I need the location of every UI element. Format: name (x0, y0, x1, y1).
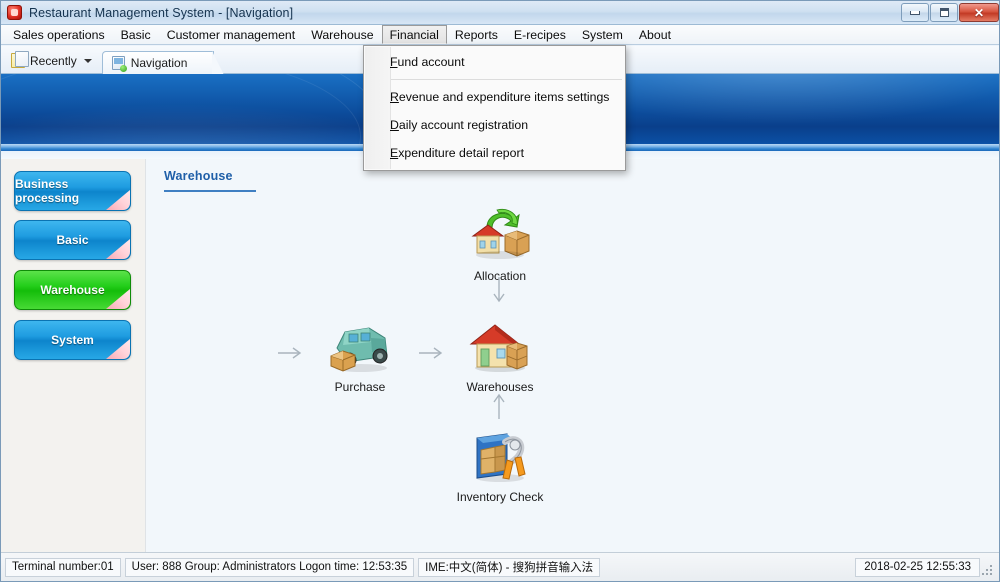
menu-e-recipes[interactable]: E-recipes (506, 25, 574, 44)
status-ime: IME:中文(简体) - 搜狗拼音输入法 (418, 557, 601, 577)
boxes-tools-icon (440, 424, 560, 486)
documents-icon (11, 51, 29, 68)
node-allocation[interactable]: Allocation (440, 203, 560, 283)
menu-item-label: xpenditure detail report (398, 146, 524, 160)
status-user: User: 888 Group: Administrators Logon ti… (124, 557, 415, 577)
maximize-icon (939, 8, 949, 17)
minimize-icon (910, 10, 920, 15)
financial-dropdown-menu: Fund account Revenue and expenditure ite… (363, 45, 626, 171)
app-logo-icon (7, 5, 22, 20)
menu-item-label: und account (397, 55, 465, 69)
page-curl-icon (106, 339, 130, 359)
status-bar: Terminal number:01 User: 888 Group: Admi… (1, 552, 999, 581)
menu-item-expenditure-detail-report[interactable]: Expenditure detail report (364, 139, 625, 167)
node-purchase[interactable]: Purchase (300, 314, 420, 394)
menu-reports[interactable]: Reports (447, 25, 506, 44)
sidebar-item-business-processing[interactable]: Business processing (14, 171, 131, 211)
menu-sales-operations[interactable]: Sales operations (5, 25, 113, 44)
resize-grip-icon[interactable] (982, 565, 995, 578)
status-terminal: Terminal number:01 (5, 557, 121, 577)
menu-item-fund-account[interactable]: Fund account (364, 48, 625, 76)
main-body: Business processing Basic Warehouse Syst… (1, 159, 999, 554)
arrow-allocation-to-warehouses (492, 276, 506, 304)
menu-bar: Sales operations Basic Customer manageme… (1, 25, 999, 45)
menu-warehouse[interactable]: Warehouse (303, 25, 381, 44)
window-title: Restaurant Management System - [Navigati… (29, 5, 294, 20)
tab-navigation-label: Navigation (130, 56, 188, 70)
chevron-down-icon (83, 58, 92, 63)
menu-item-label: evenue and expenditure items settings (398, 90, 610, 104)
house-exchange-box-icon (440, 203, 560, 265)
house-boxes-icon (440, 314, 560, 376)
sidebar-item-label: System (51, 333, 94, 347)
sidebar-item-label: Warehouse (40, 283, 105, 297)
truck-box-icon (300, 314, 420, 376)
sidebar-item-system[interactable]: System (14, 320, 131, 360)
sidebar: Business processing Basic Warehouse Syst… (1, 159, 146, 554)
arrow-purchase-to-warehouses (418, 346, 444, 360)
menu-about[interactable]: About (631, 25, 679, 44)
application-window: Restaurant Management System - [Navigati… (0, 0, 1000, 582)
menu-item-label: aily account registration (398, 118, 529, 132)
maximize-button[interactable] (930, 3, 958, 22)
node-label: Purchase (334, 380, 386, 394)
menu-separator (391, 79, 622, 80)
menu-basic[interactable]: Basic (113, 25, 159, 44)
recently-dropdown[interactable]: Recently (1, 51, 102, 73)
page-title: Warehouse (164, 169, 233, 183)
menu-customer-management[interactable]: Customer management (159, 25, 304, 44)
sidebar-item-warehouse[interactable]: Warehouse (14, 270, 131, 310)
menu-financial[interactable]: Financial (381, 25, 447, 44)
page-curl-icon (106, 289, 130, 309)
recently-label: Recently (30, 53, 77, 68)
title-bar: Restaurant Management System - [Navigati… (1, 1, 999, 25)
node-inventory-check[interactable]: Inventory Check (440, 424, 560, 504)
sidebar-item-label: Basic (56, 233, 89, 247)
tab-navigation[interactable]: Navigation (101, 51, 225, 75)
close-icon: ✕ (973, 5, 985, 20)
title-underline (164, 190, 256, 192)
minimize-button[interactable] (901, 3, 929, 22)
sidebar-item-label: Business processing (15, 177, 80, 205)
arrow-into-purchase (277, 346, 303, 360)
menu-item-revenue-expenditure-settings[interactable]: Revenue and expenditure items settings (364, 83, 625, 111)
arrow-inventory-to-warehouses (492, 392, 506, 420)
status-clock: 2018-02-25 12:55:33 (855, 557, 980, 577)
page-new-icon (111, 56, 127, 72)
node-label: Inventory Check (456, 490, 544, 504)
close-button[interactable]: ✕ (959, 3, 999, 22)
menu-system[interactable]: System (574, 25, 631, 44)
node-warehouses[interactable]: Warehouses (440, 314, 560, 394)
page-curl-icon (106, 239, 130, 259)
content-panel: Warehouse Allocation Purchase Warehouses… (147, 159, 999, 554)
sidebar-item-basic[interactable]: Basic (14, 220, 131, 260)
window-controls: ✕ (901, 3, 999, 22)
menu-item-daily-account-registration[interactable]: Daily account registration (364, 111, 625, 139)
